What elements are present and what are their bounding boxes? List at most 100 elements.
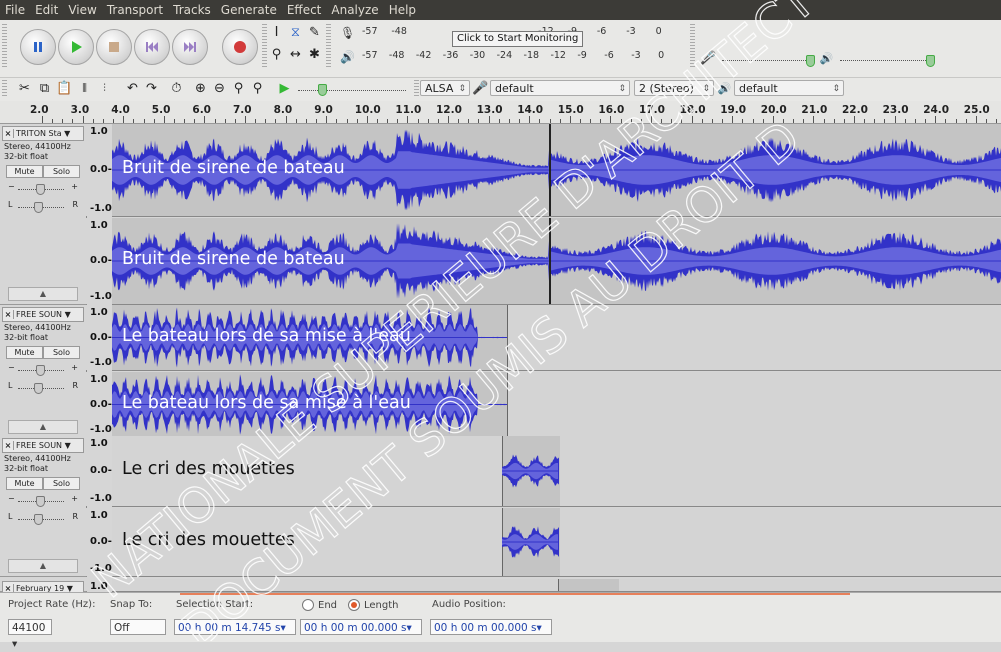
toolbar-grip[interactable] — [414, 80, 419, 98]
vertical-scale[interactable]: 1.0 0.0- -1.0 — [86, 436, 112, 506]
recording-device-select[interactable]: default ⇕ — [490, 80, 630, 96]
toolbar-grip[interactable] — [2, 24, 7, 68]
record-volume-track[interactable] — [722, 60, 814, 62]
track-name-menu[interactable]: TRITON Sta ▼ — [14, 129, 83, 138]
play-at-speed-icon[interactable]: ▶ — [276, 80, 293, 97]
start-monitoring-button[interactable]: Click to Start Monitoring — [452, 31, 584, 47]
track-name-menu[interactable]: FREE SOUN ▼ — [14, 441, 83, 450]
vertical-scale[interactable]: 1.0 — [86, 579, 112, 592]
collapse-track-button[interactable]: ▲ — [8, 559, 78, 573]
gain-slider[interactable]: − + — [8, 182, 78, 196]
copy-icon[interactable]: ⧉ — [36, 80, 53, 97]
menu-effect[interactable]: Effect — [282, 3, 327, 17]
toolbar-grip[interactable] — [2, 80, 7, 98]
vertical-scale[interactable]: 1.0 0.0- -1.0 — [86, 218, 112, 304]
waveform-channel[interactable]: Le cri des mouettes — [112, 436, 1001, 507]
cut-icon[interactable]: ✂ — [16, 80, 33, 97]
vertical-scale[interactable]: 1.0 0.0- -1.0 — [86, 124, 112, 216]
mute-button[interactable]: Mute — [6, 346, 43, 359]
close-track-icon[interactable]: × — [3, 129, 14, 138]
zoom-out-icon[interactable]: ⊖ — [211, 80, 228, 97]
length-radio[interactable]: Length — [348, 599, 399, 611]
audio-track[interactable]: × February 19 ▼ 1.0 — [0, 579, 1001, 596]
close-track-icon[interactable]: × — [3, 441, 14, 450]
zoom-tool-icon[interactable]: ⚲ — [268, 46, 285, 63]
collapse-track-button[interactable]: ▲ — [8, 287, 78, 301]
multi-tool-icon[interactable]: ✱ — [306, 46, 323, 63]
mute-button[interactable]: Mute — [6, 477, 43, 490]
solo-button[interactable]: Solo — [43, 165, 80, 178]
gain-slider[interactable]: − + — [8, 494, 78, 508]
audio-track[interactable]: × FREE SOUN ▼ Stereo, 44100Hz 32-bit float M… — [0, 436, 1001, 577]
fit-project-icon[interactable]: ⚲ — [249, 80, 266, 97]
playback-device-select[interactable]: default ⇕ — [734, 80, 844, 96]
gain-slider[interactable]: − + — [8, 363, 78, 377]
envelope-tool-icon[interactable]: ⧖ — [287, 24, 304, 41]
pan-slider[interactable]: LR — [8, 512, 78, 526]
skip-start-icon — [146, 42, 158, 52]
toolbar-grip[interactable] — [262, 24, 267, 68]
play-button[interactable] — [58, 29, 94, 65]
toolbar-grip[interactable] — [690, 24, 695, 68]
waveform-channel[interactable]: Le bateau lors de sa mise à l'eau — [112, 305, 1001, 371]
vertical-scale[interactable]: 1.0 0.0- -1.0 — [86, 508, 112, 576]
track-name-menu[interactable]: FREE SOUN ▼ — [14, 310, 83, 319]
record-volume-slider[interactable] — [806, 55, 815, 67]
skip-end-button[interactable] — [172, 29, 208, 65]
collapse-track-button[interactable]: ▲ — [8, 420, 78, 434]
mute-button[interactable]: Mute — [6, 165, 43, 178]
pan-slider[interactable]: LR — [8, 381, 78, 395]
solo-button[interactable]: Solo — [43, 477, 80, 490]
menu-help[interactable]: Help — [384, 3, 421, 17]
waveform-channel[interactable]: Bruit de sirene de bateau — [112, 218, 1001, 305]
audio-host-select[interactable]: ALSA ⇕ — [420, 80, 470, 96]
recording-channels-select[interactable]: 2 (Stereo) ⇕ — [634, 80, 714, 96]
pan-slider[interactable]: LR — [8, 200, 78, 214]
audio-track[interactable]: × FREE SOUN ▼ Stereo, 44100Hz 32-bit float M… — [0, 305, 1001, 438]
silence-icon[interactable]: ⫶ — [96, 80, 113, 97]
menu-view[interactable]: View — [63, 3, 101, 17]
menu-file[interactable]: File — [0, 3, 30, 17]
timeline-ruler[interactable]: 2.0 3.0 4.0 5.0 6.0 7.0 8.0 9.0 10.0 11.0 12.0 13.0… — [0, 101, 1001, 124]
waveform-channel[interactable]: Le cri des mouettes — [112, 508, 1001, 577]
playback-meter[interactable]: 🔊 -57 -48 -42 -36 -30 -24 -18 -12 -9 -6 -3 0 — [340, 50, 685, 64]
waveform-channel[interactable]: Le bateau lors de sa mise à l'eau — [112, 372, 1001, 438]
pause-button[interactable] — [20, 29, 56, 65]
end-radio[interactable]: End — [302, 599, 337, 611]
selection-tool-icon[interactable]: I — [268, 24, 285, 41]
close-track-icon[interactable]: × — [3, 310, 14, 319]
snap-to-select[interactable]: Off — [110, 619, 166, 635]
redo-icon[interactable]: ↷ — [143, 80, 160, 97]
sync-lock-icon[interactable]: ⏱ — [168, 80, 185, 97]
play-speed-track[interactable] — [298, 90, 406, 92]
fit-selection-icon[interactable]: ⚲ — [230, 80, 247, 97]
waveform-channel[interactable]: Bruit de sirene de bateau — [112, 124, 1001, 217]
waveform-channel[interactable] — [112, 579, 1001, 592]
project-rate-select[interactable]: 44100 ▾ — [8, 619, 52, 650]
selection-start-field[interactable]: 00 h 00 m 14.745 s▾ — [174, 619, 296, 635]
menu-transport[interactable]: Transport — [102, 3, 168, 17]
menu-edit[interactable]: Edit — [30, 3, 63, 17]
timeshift-tool-icon[interactable]: ↔ — [287, 46, 304, 63]
vertical-scale[interactable]: 1.0 0.0- -1.0 — [86, 372, 112, 437]
toolbar-grip[interactable] — [326, 24, 331, 68]
zoom-in-icon[interactable]: ⊕ — [192, 80, 209, 97]
vertical-scale[interactable]: 1.0 0.0- -1.0 — [86, 305, 112, 370]
play-speed-slider[interactable] — [318, 84, 327, 96]
undo-icon[interactable]: ↶ — [124, 80, 141, 97]
playback-volume-slider[interactable] — [926, 55, 935, 67]
trim-icon[interactable]: ⫼ — [76, 80, 93, 97]
paste-icon[interactable]: 📋 — [56, 80, 73, 97]
solo-button[interactable]: Solo — [43, 346, 80, 359]
record-button[interactable] — [222, 29, 258, 65]
skip-start-button[interactable] — [134, 29, 170, 65]
menu-generate[interactable]: Generate — [216, 3, 282, 17]
playback-volume-track[interactable] — [840, 60, 932, 62]
audio-position-field[interactable]: 00 h 00 m 00.000 s▾ — [430, 619, 552, 635]
audio-track[interactable]: × TRITON Sta ▼ Stereo, 44100Hz 32-bit float… — [0, 124, 1001, 305]
selection-length-field[interactable]: 00 h 00 m 00.000 s▾ — [300, 619, 422, 635]
draw-tool-icon[interactable]: ✎ — [306, 24, 323, 41]
menu-tracks[interactable]: Tracks — [168, 3, 216, 17]
menu-analyze[interactable]: Analyze — [326, 3, 383, 17]
stop-button[interactable] — [96, 29, 132, 65]
